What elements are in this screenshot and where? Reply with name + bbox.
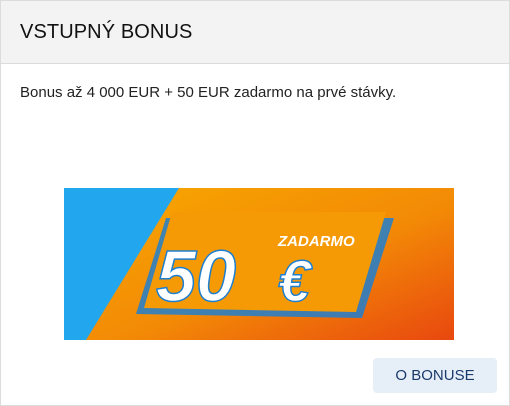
bonus-card: VSTUPNÝ BONUS Bonus až 4 000 EUR + 50 EU…	[0, 0, 510, 406]
banner-amount-text: 50	[156, 237, 236, 317]
bonus-description: Bonus až 4 000 EUR + 50 EUR zadarmo na p…	[20, 84, 397, 101]
bonus-banner-graphic: ZADARMO 50 €	[64, 188, 454, 340]
card-header: VSTUPNÝ BONUS	[1, 1, 509, 64]
about-bonus-button[interactable]: O BONUSE	[373, 358, 497, 393]
banner-tag-text: ZADARMO	[277, 233, 355, 250]
bonus-banner[interactable]: ZADARMO 50 €	[64, 188, 454, 340]
card-title: VSTUPNÝ BONUS	[20, 20, 193, 43]
banner-currency-text: €	[278, 249, 313, 314]
